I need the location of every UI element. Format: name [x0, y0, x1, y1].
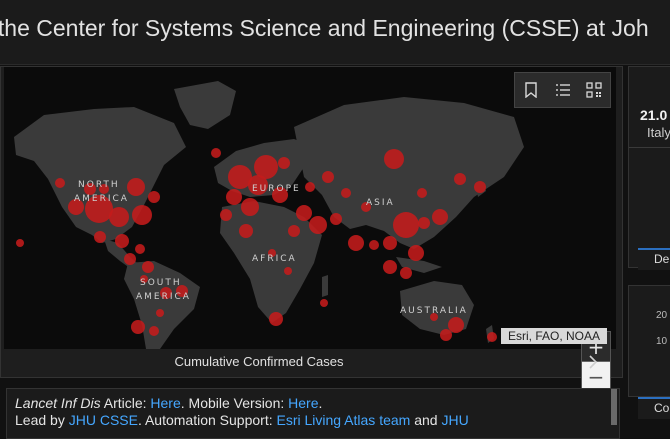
case-bubble — [284, 267, 292, 275]
case-bubble — [156, 309, 164, 317]
world-map[interactable]: NORTH AMERICA EUROPE ASIA AFRICA SOUTH A… — [4, 67, 616, 349]
case-bubble — [132, 205, 152, 225]
case-bubble — [288, 225, 300, 237]
lead-label: Lead by — [15, 412, 69, 428]
country-stat-value: 21.0 — [640, 107, 668, 123]
automation-label: . Automation Support: — [137, 412, 277, 428]
map-toolbar — [514, 72, 611, 108]
case-bubble — [320, 299, 328, 307]
case-bubble — [94, 231, 106, 243]
next-map-button[interactable] — [585, 353, 601, 371]
case-bubble — [408, 245, 424, 261]
esri-team-link[interactable]: Esri Living Atlas team — [276, 412, 410, 428]
case-bubble — [211, 148, 221, 158]
chevron-right-icon — [589, 355, 598, 369]
case-bubble — [384, 149, 404, 169]
case-bubble — [348, 235, 364, 251]
case-bubble — [254, 155, 278, 179]
jhu-link[interactable]: JHU — [441, 412, 468, 428]
case-bubble — [448, 317, 464, 333]
case-bubble — [55, 178, 65, 188]
article-link[interactable]: Here — [150, 395, 180, 411]
case-bubble — [432, 209, 448, 225]
chart-axis-tick: 10 — [656, 336, 668, 347]
case-bubble — [16, 239, 24, 247]
case-bubble — [305, 182, 315, 192]
dashboard-title: y the Center for Systems Science and Eng… — [0, 15, 649, 41]
card-divider — [629, 147, 670, 148]
tab-deaths[interactable]: De — [638, 248, 670, 270]
case-bubble — [440, 329, 452, 341]
map-attribution: Esri, FAO, NOAA — [501, 328, 607, 344]
country-stat-card: 21.0 Italy — [628, 66, 670, 268]
country-stat-name: Italy — [647, 125, 670, 140]
mobile-link[interactable]: Here — [288, 395, 318, 411]
case-bubble — [474, 181, 486, 193]
case-bubble — [278, 157, 290, 169]
info-line-1: Lancet Inf Dis Article: Here. Mobile Ver… — [15, 395, 322, 411]
continent-label-europe: EUROPE — [252, 184, 301, 194]
case-bubble — [383, 260, 397, 274]
case-bubble — [135, 244, 145, 254]
tab-confirmed[interactable]: Co — [638, 397, 670, 419]
article-label: Article: — [100, 395, 151, 411]
map-caption: Cumulative Confirmed Cases — [174, 354, 344, 369]
case-bubble — [269, 312, 283, 326]
map-footer: Cumulative Confirmed Cases — [0, 348, 621, 376]
case-bubble — [149, 326, 159, 336]
case-bubble — [309, 216, 327, 234]
case-bubble — [220, 209, 232, 221]
continent-label-asia: ASIA — [366, 198, 395, 208]
map-canvas[interactable]: NORTH AMERICA EUROPE ASIA AFRICA SOUTH A… — [4, 67, 616, 349]
dashboard-header: y the Center for Systems Science and Eng… — [0, 0, 670, 65]
case-bubble — [296, 205, 312, 221]
case-bubble — [330, 213, 342, 225]
and-label: and — [410, 412, 442, 428]
case-bubble — [417, 188, 427, 198]
continent-label-south: SOUTH — [140, 278, 182, 288]
case-bubble — [148, 191, 160, 203]
landmass-madagascar — [322, 275, 328, 297]
bookmark-icon — [525, 82, 537, 98]
qr-code-button[interactable] — [578, 73, 610, 107]
case-bubble — [418, 217, 430, 229]
continent-label-australia: AUSTRALIA — [400, 306, 468, 316]
case-bubble — [393, 212, 419, 238]
case-bubble — [226, 189, 242, 205]
journal-name: Lancet Inf Dis — [15, 395, 101, 411]
case-bubble — [400, 267, 412, 279]
info-line-2: Lead by JHU CSSE. Automation Support: Es… — [15, 412, 469, 428]
case-bubble — [454, 173, 466, 185]
chart-axis-tick: 20 — [656, 310, 668, 321]
info-panel: Lancet Inf Dis Article: Here. Mobile Ver… — [6, 388, 620, 439]
qr-code-icon — [586, 82, 602, 98]
case-bubble — [124, 253, 136, 265]
case-bubble — [369, 240, 379, 250]
case-bubble — [131, 320, 145, 334]
continent-label-north: NORTH — [78, 180, 120, 190]
case-bubble — [239, 224, 253, 238]
info-scrollbar[interactable] — [611, 389, 617, 425]
mobile-label: . Mobile Version: — [180, 395, 289, 411]
chart-card: 20 10 — [628, 285, 670, 397]
case-bubble — [109, 207, 129, 227]
continent-label-america-south: AMERICA — [136, 292, 191, 302]
case-bubble — [115, 234, 129, 248]
legend-list-icon — [555, 84, 570, 96]
case-bubble — [127, 178, 145, 196]
case-bubble — [487, 332, 497, 342]
continent-label-america-north: AMERICA — [74, 194, 129, 204]
case-bubble — [322, 171, 334, 183]
line1-end: . — [318, 395, 323, 411]
case-bubble — [142, 261, 154, 273]
case-bubble — [341, 188, 351, 198]
case-bubble — [383, 236, 397, 250]
bookmark-button[interactable] — [515, 73, 547, 107]
legend-button[interactable] — [547, 73, 579, 107]
case-bubble — [241, 198, 259, 216]
continent-label-africa: AFRICA — [252, 254, 297, 264]
jhu-csse-link[interactable]: JHU CSSE — [69, 412, 138, 428]
